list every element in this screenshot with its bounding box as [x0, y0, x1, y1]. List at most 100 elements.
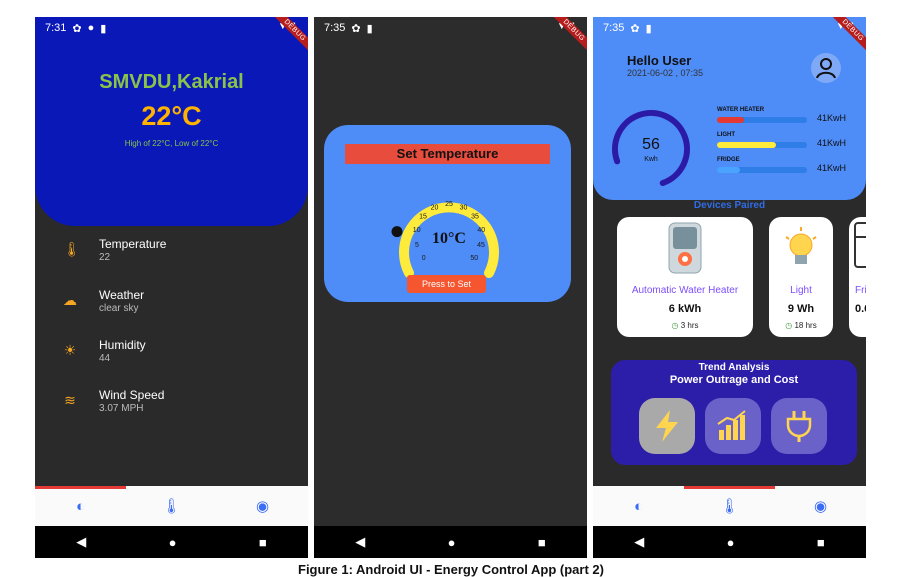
thermometer-tab-icon: 🌡 — [161, 498, 182, 515]
device-usage: 6 kWh — [668, 303, 702, 315]
bottom-tab-bar: ◐ 🌡 ◉ — [593, 486, 866, 526]
weather-header: SMVDU,Kakrial 22°C High of 22°C, Low of … — [35, 17, 308, 226]
fridge-icon — [854, 222, 866, 268]
thermometer-tab-icon: 🌡 — [719, 498, 740, 515]
cloud-icon: ☁ — [63, 292, 77, 308]
dashboard-screen: Hello User 2021-06-02 , 07:35 56 Kwh WAT… — [593, 17, 866, 558]
info-title: Weather — [99, 288, 145, 302]
info-title: Humidity — [99, 338, 146, 352]
settings-status-icon: ✿ — [630, 22, 640, 35]
date-time: 2021-06-02 , 07:35 — [627, 68, 704, 78]
gauge-tick-label: 25 — [445, 201, 453, 208]
person-icon — [816, 58, 836, 79]
status-bar: 7:31 ✿ ● ▮ ▼ ▮ — [35, 17, 308, 39]
bar-fill — [717, 167, 740, 173]
device-usage: 0.6 — [855, 303, 866, 315]
info-row-weather: ☁ Weather clear sky — [63, 288, 144, 314]
home-button[interactable]: ● — [448, 535, 456, 550]
settings-status-icon: ✿ — [351, 22, 361, 35]
tab-temperature[interactable]: 🌡 — [700, 497, 760, 515]
recents-button[interactable]: ■ — [538, 535, 546, 550]
avatar[interactable] — [811, 53, 841, 83]
bottom-tab-bar: ◐ 🌡 ◉ — [35, 486, 308, 526]
gauge-knob[interactable] — [391, 226, 403, 238]
info-value: 44 — [99, 353, 111, 364]
home-button[interactable]: ● — [169, 535, 177, 550]
android-nav-bar: ◀ ● ■ — [593, 526, 866, 558]
press-to-set-button[interactable]: Press to Set — [407, 275, 486, 293]
back-button[interactable]: ◀ — [355, 534, 365, 550]
usage-bar-fridge: FRIDGE 41KwH — [717, 157, 846, 173]
bar-value: 41KwH — [817, 163, 847, 173]
info-row-wind: ≋ Wind Speed 3.07 MPH — [63, 388, 164, 414]
trend-title: Trend Analysis — [698, 362, 770, 373]
gauge-tick-label: 50 — [470, 255, 478, 262]
info-value: clear sky — [99, 303, 139, 314]
weather-tab-icon: ◐ — [633, 497, 644, 515]
sdcard-status-icon: ▮ — [645, 22, 652, 35]
gauge-tick-label: 10 — [413, 227, 421, 234]
status-time: 7:35 — [603, 22, 625, 34]
gauge-tick-label: 15 — [419, 214, 427, 221]
device-card-water-heater[interactable]: Automatic Water Heater 6 kWh ◷ 3 hrs — [617, 217, 753, 337]
power-outage-button[interactable] — [639, 398, 695, 454]
account-tab-icon: ◉ — [813, 498, 828, 515]
usage-bar-water-heater: WATER HEATER 41KwH — [717, 107, 846, 123]
bar-fill — [717, 117, 744, 123]
wind-icon: ≋ — [64, 392, 76, 408]
status-time: 7:31 — [45, 22, 67, 34]
bar-chart-icon — [717, 410, 746, 440]
tab-weather[interactable]: ◐ — [51, 498, 111, 515]
trend-analysis-card: Trend Analysis Power Outrage and Cost — [611, 360, 857, 465]
set-temperature-card: Set Temperature 0 5 10 15 20 25 30 35 40 45 50 10°… — [324, 125, 571, 302]
sdcard-status-icon: ▮ — [100, 22, 107, 35]
bar-fill — [717, 142, 776, 148]
info-value: 3.07 MPH — [99, 403, 144, 414]
greeting: Hello User — [627, 53, 692, 68]
device-hours: ◷ 3 hrs — [617, 321, 753, 330]
current-temperature: 22°C — [141, 101, 202, 131]
plug-icon — [786, 411, 812, 442]
plug-usage-button[interactable] — [771, 398, 827, 454]
tab-account[interactable]: ◉ — [233, 497, 293, 515]
tab-weather[interactable]: ◐ — [609, 498, 669, 515]
gauge-tick-label: 45 — [477, 242, 485, 249]
device-name: Light — [790, 285, 812, 296]
tab-account[interactable]: ◉ — [791, 497, 851, 515]
info-row-temperature: 🌡 Temperature 22 — [63, 237, 166, 263]
tab-temperature[interactable]: 🌡 — [142, 497, 202, 515]
ring-unit: Kwh — [644, 156, 658, 163]
status-time: 7:35 — [324, 22, 346, 34]
lightning-icon — [656, 410, 678, 442]
device-hours: ◷ 18 hrs — [769, 321, 833, 330]
ring-value: 56 — [642, 136, 660, 153]
home-button[interactable]: ● — [727, 535, 735, 550]
gauge-value: 10°C — [432, 230, 466, 247]
bar-track — [717, 142, 807, 148]
device-card-fridge[interactable]: Fri 0.6 — [849, 217, 866, 337]
location-status-icon: ● — [87, 22, 95, 34]
sdcard-status-icon: ▮ — [366, 22, 373, 35]
high-low-text: High of 22°C, Low of 22°C — [124, 139, 219, 148]
back-button[interactable]: ◀ — [76, 534, 86, 550]
bar-label: WATER HEATER — [717, 107, 765, 113]
recents-button[interactable]: ■ — [259, 535, 267, 550]
gauge-tick-label: 30 — [460, 204, 468, 211]
hours-value: 18 hrs — [794, 321, 817, 330]
weather-tab-icon: ◐ — [75, 497, 86, 515]
device-card-light[interactable]: Light 9 Wh ◷ 18 hrs — [769, 217, 833, 337]
recents-button[interactable]: ■ — [817, 535, 825, 550]
usage-bar-light: LIGHT 41KwH — [717, 132, 846, 148]
figure-caption: Figure 1: Android UI - Energy Control Ap… — [298, 562, 604, 577]
gauge-tick-label: 35 — [471, 214, 479, 221]
thermometer-icon: 🌡 — [63, 241, 81, 257]
bar-label: FRIDGE — [717, 157, 740, 163]
sun-icon: ☀ — [63, 342, 77, 358]
bar-label: LIGHT — [717, 132, 735, 138]
back-button[interactable]: ◀ — [634, 534, 644, 550]
cost-chart-button[interactable] — [705, 398, 761, 454]
info-title: Wind Speed — [99, 388, 165, 402]
device-name: Fri — [855, 285, 866, 296]
info-title: Temperature — [99, 237, 167, 251]
water-heater-icon — [668, 222, 702, 274]
